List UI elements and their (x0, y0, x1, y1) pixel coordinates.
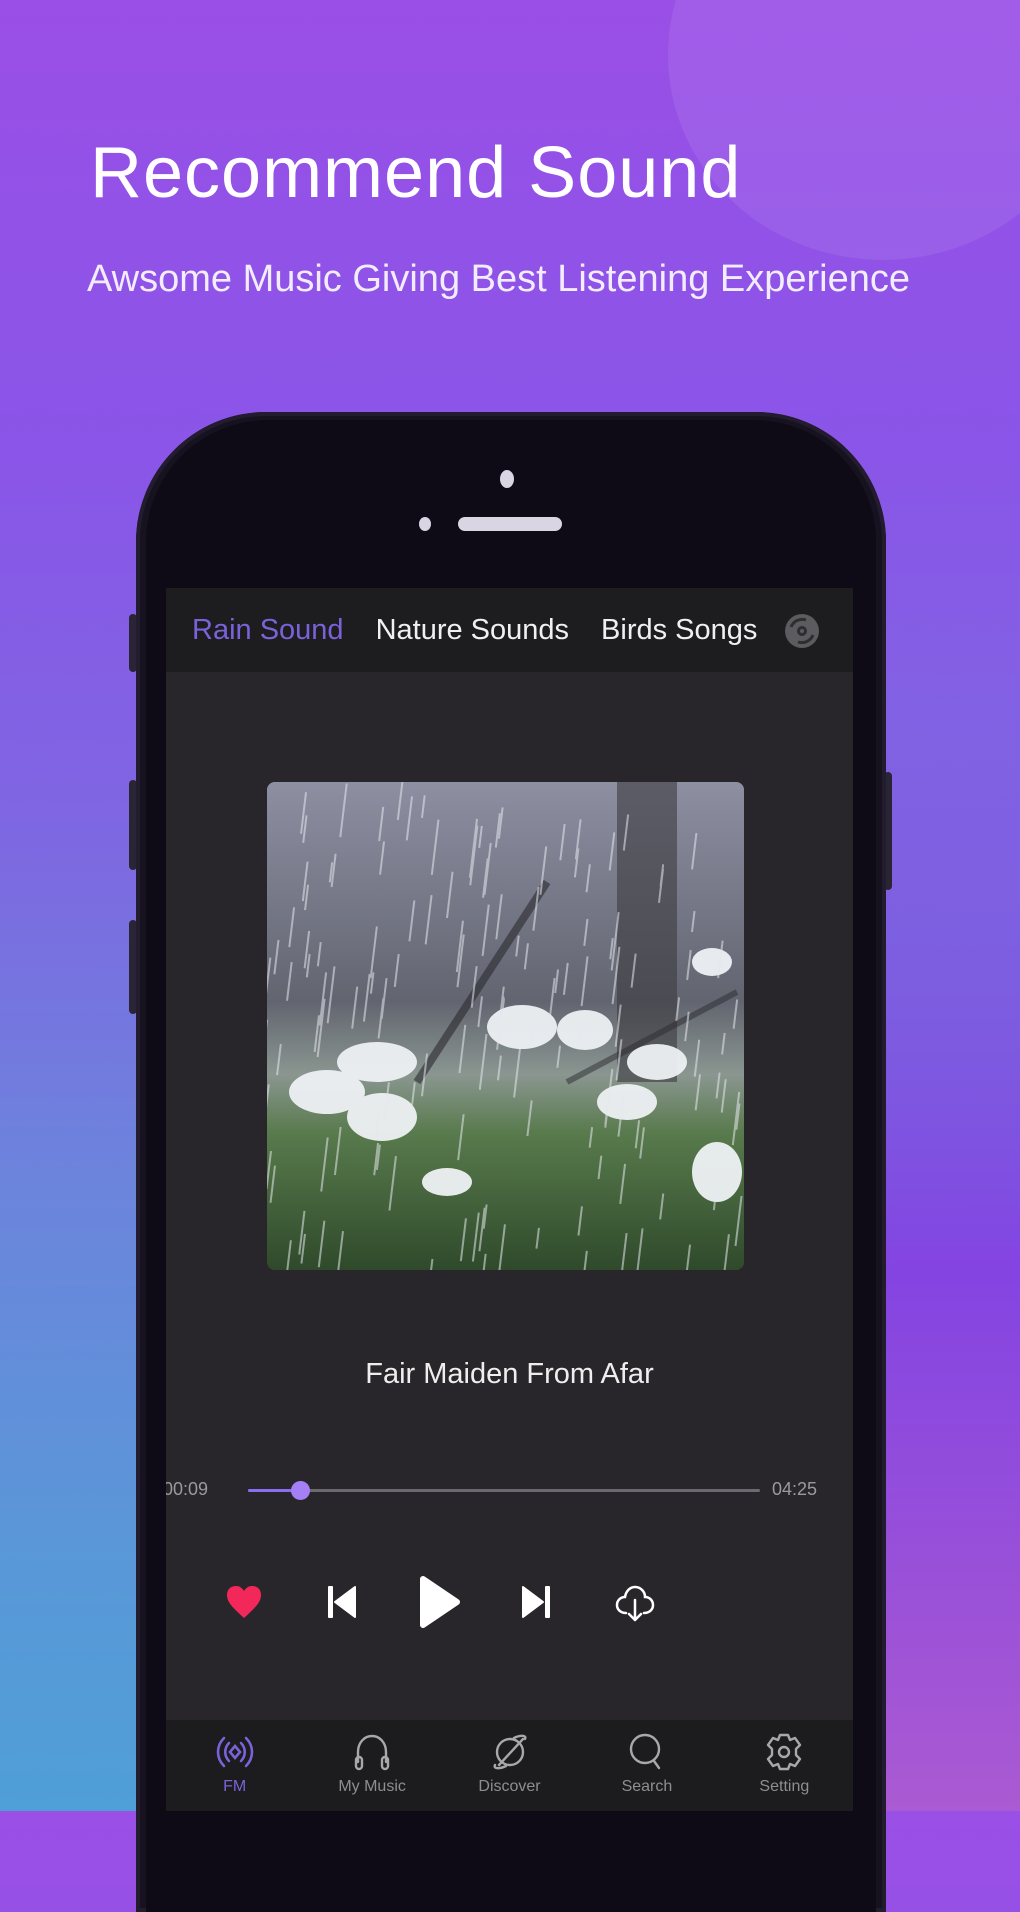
nav-my-music-label: My Music (338, 1778, 406, 1796)
album-artwork (267, 782, 744, 1270)
play-button[interactable] (416, 1574, 464, 1630)
nav-fm[interactable]: FM (166, 1720, 303, 1811)
nav-discover-label: Discover (478, 1778, 540, 1796)
progress-slider[interactable] (248, 1489, 760, 1492)
rain-flowers-artwork (267, 782, 744, 1270)
total-duration: 04:25 (772, 1479, 817, 1500)
bottom-navigation: FM My Music Discover (166, 1720, 853, 1811)
planet-icon (490, 1732, 530, 1772)
proximity-sensor (419, 517, 431, 531)
app-screen: Rain Sound Nature Sounds Birds Songs (166, 588, 853, 1811)
tab-nature-sounds[interactable]: Nature Sounds (376, 614, 569, 647)
nav-setting-label: Setting (759, 1778, 809, 1796)
earpiece-speaker (458, 517, 562, 531)
nav-search-label: Search (622, 1778, 673, 1796)
hero-subtitle: Awsome Music Giving Best Listening Exper… (87, 258, 910, 301)
gear-icon (764, 1732, 804, 1772)
play-icon (419, 1575, 461, 1629)
disc-icon[interactable] (785, 614, 819, 648)
front-camera (500, 470, 514, 488)
headphones-icon (352, 1732, 392, 1772)
skip-previous-icon (327, 1585, 357, 1619)
nav-search[interactable]: Search (578, 1720, 715, 1811)
previous-button[interactable] (324, 1584, 360, 1620)
radio-broadcast-icon (215, 1732, 255, 1772)
tab-rain-sound[interactable]: Rain Sound (192, 614, 344, 647)
nav-discover[interactable]: Discover (441, 1720, 578, 1811)
search-icon (627, 1732, 667, 1772)
next-button[interactable] (518, 1584, 554, 1620)
nav-setting[interactable]: Setting (716, 1720, 853, 1811)
tab-birds-songs[interactable]: Birds Songs (601, 614, 757, 647)
hero-title: Recommend Sound (90, 132, 741, 214)
download-button[interactable] (613, 1584, 657, 1624)
category-tabs: Rain Sound Nature Sounds Birds Songs (166, 588, 853, 672)
progress-thumb[interactable] (291, 1481, 310, 1500)
skip-next-icon (521, 1585, 551, 1619)
decorative-circle (668, 0, 1020, 260)
elapsed-time: 00:09 (166, 1479, 208, 1500)
song-title: Fair Maiden From Afar (166, 1358, 853, 1391)
nav-my-music[interactable]: My Music (303, 1720, 440, 1811)
heart-icon (226, 1585, 262, 1619)
favorite-button[interactable] (226, 1584, 262, 1620)
cloud-download-icon (615, 1585, 655, 1623)
nav-fm-label: FM (223, 1778, 246, 1796)
